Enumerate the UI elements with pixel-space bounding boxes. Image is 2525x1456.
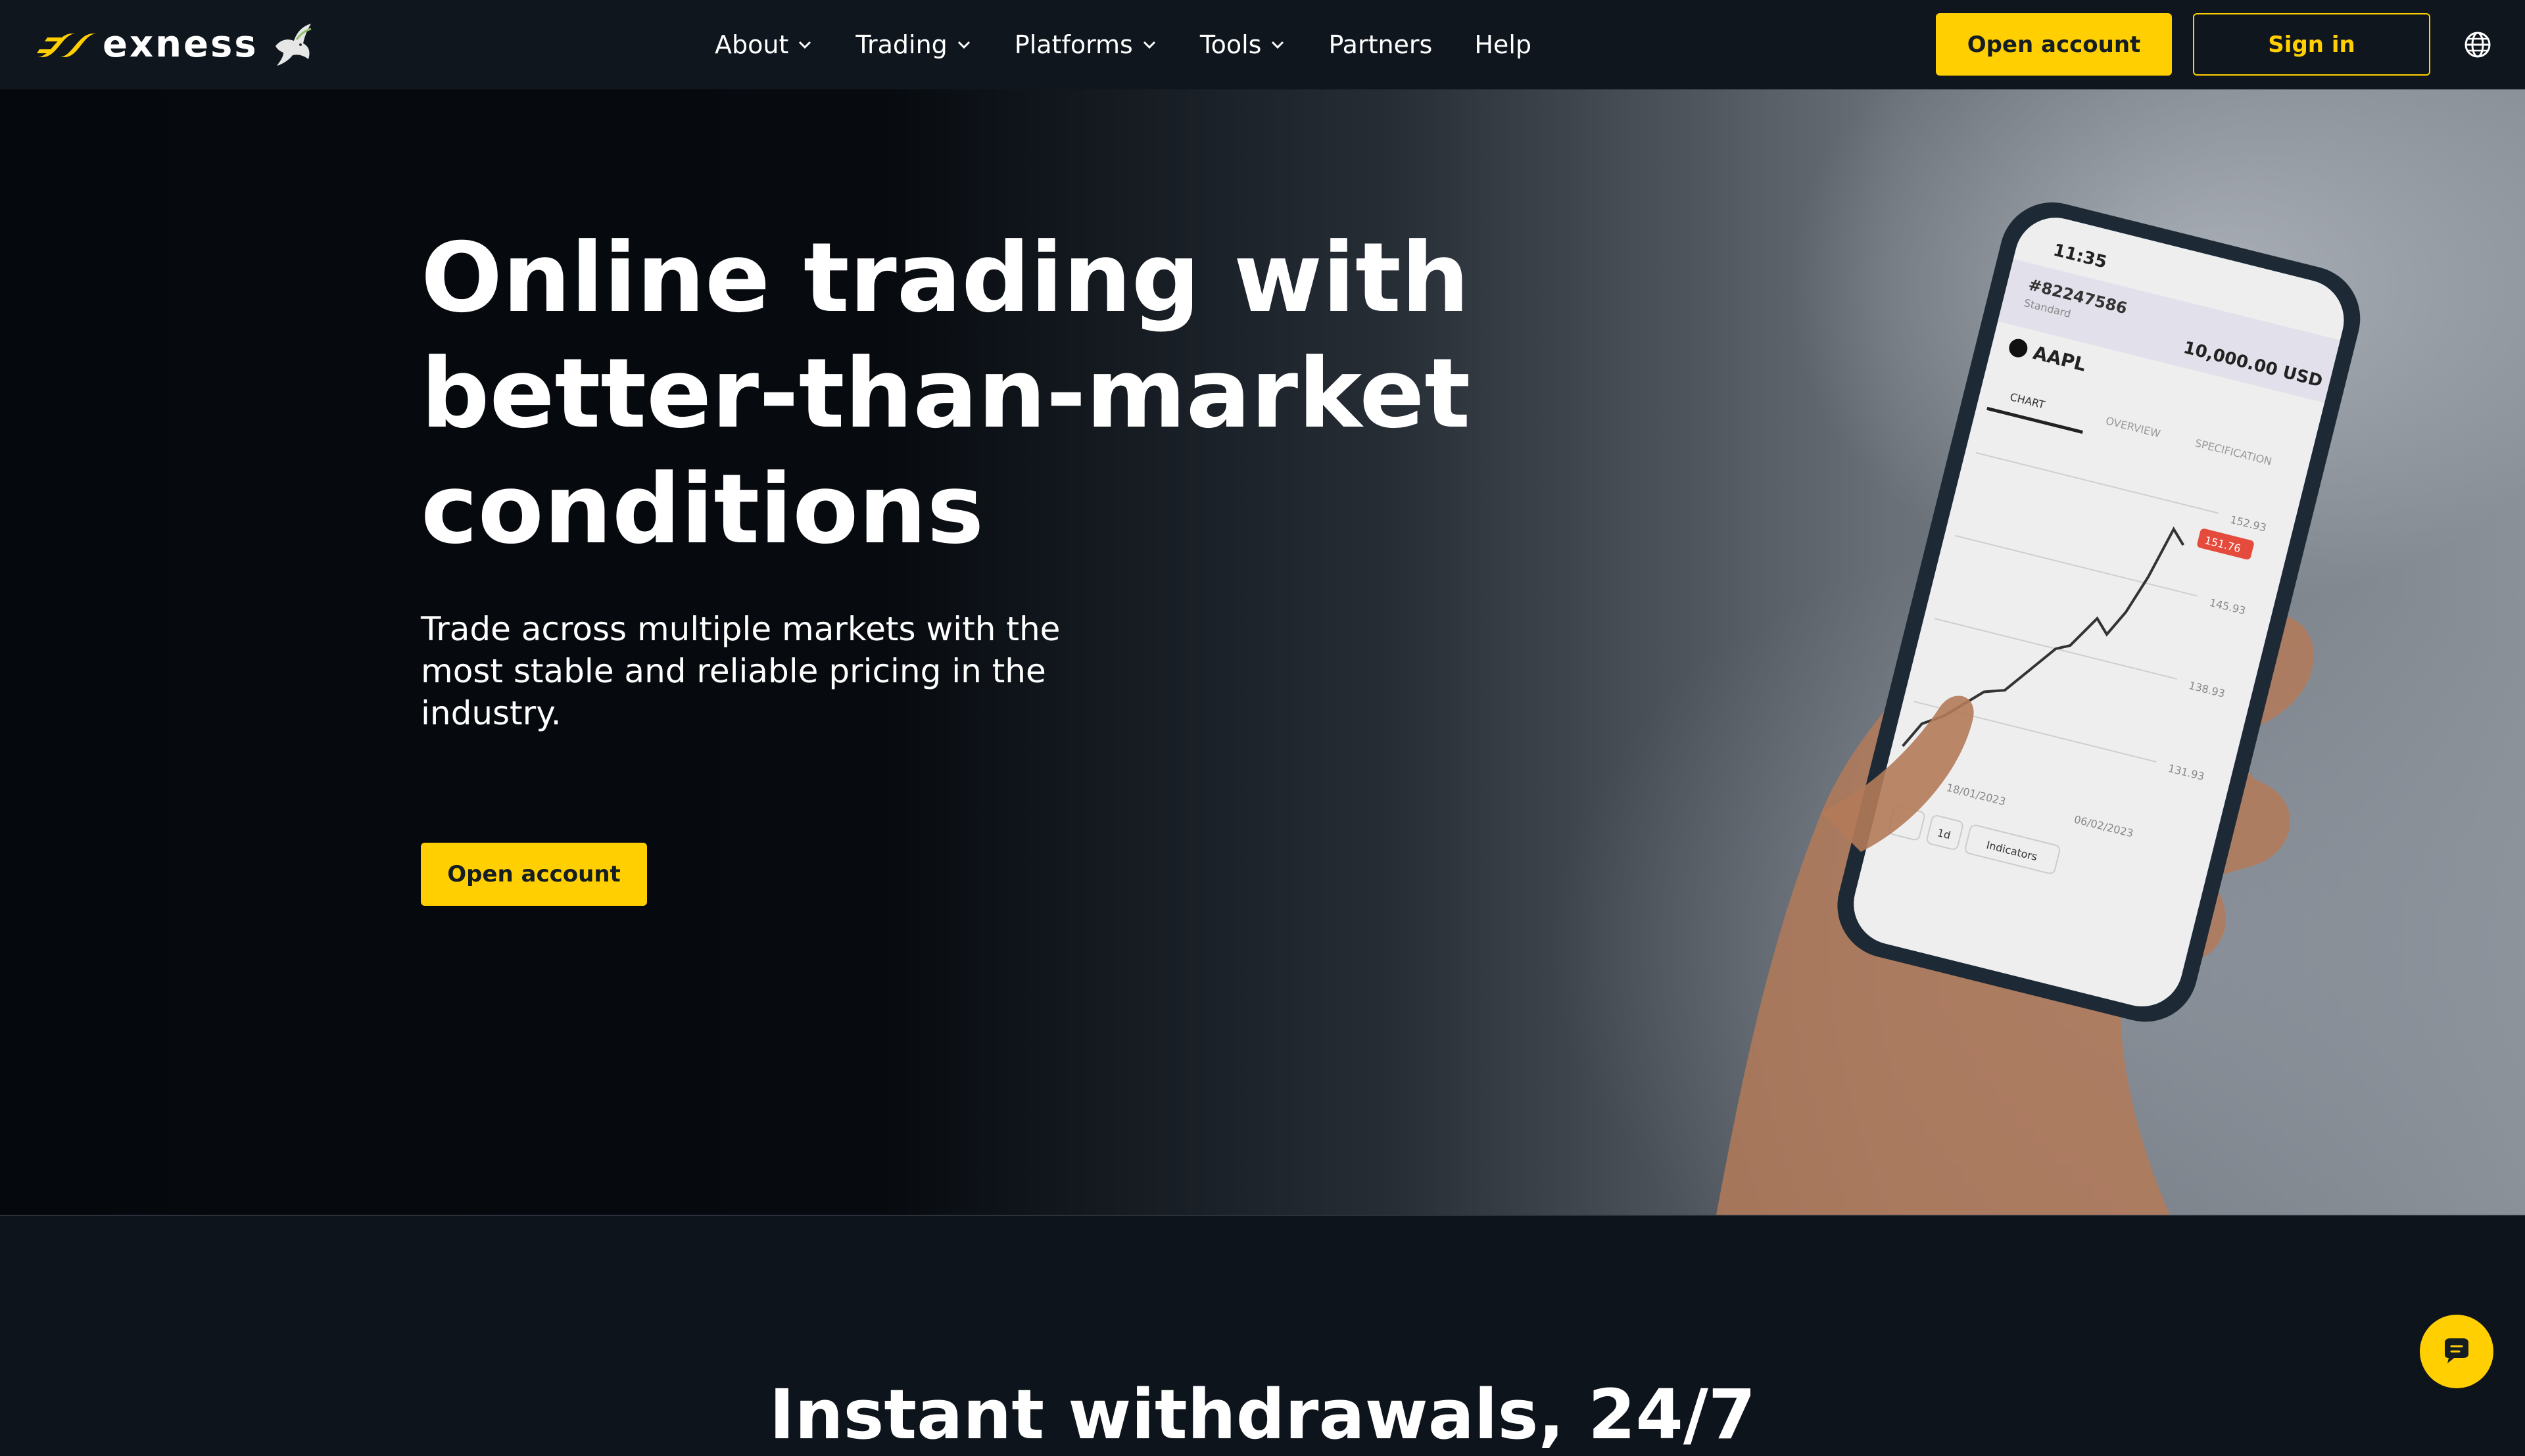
nav-trading[interactable]: Trading [855, 30, 972, 59]
hero-divider [0, 1215, 2525, 1216]
chevron-down-icon [1143, 41, 1155, 49]
nav-about[interactable]: About [715, 30, 813, 59]
chevron-down-icon [799, 41, 811, 49]
nav-about-label: About [715, 30, 789, 59]
chat-button[interactable] [2420, 1315, 2493, 1388]
chat-bubble-icon [2445, 1338, 2468, 1363]
nav-platforms-label: Platforms [1014, 30, 1133, 59]
chevron-down-icon [1272, 41, 1284, 49]
sign-in-button[interactable]: Sign in [2193, 13, 2430, 76]
site-header: exness About Trading Platforms Tools Par… [0, 0, 2525, 89]
withdrawals-heading: Instant withdrawals, 24/7 [769, 1374, 1756, 1455]
hero-open-account-button[interactable]: Open account [421, 843, 647, 906]
brand-name: exness [103, 23, 258, 66]
nav-help[interactable]: Help [1474, 30, 1531, 59]
hero-subtitle: Trade across multiple markets with the m… [421, 610, 1061, 732]
nav-help-label: Help [1474, 30, 1531, 59]
nav-partners-label: Partners [1328, 30, 1433, 59]
nav-tools-label: Tools [1199, 30, 1262, 59]
phone-in-hand-image: 11:35 #82247586 Standard 10,000.00 USD A… [1716, 202, 2361, 1215]
open-account-button[interactable]: Open account [1936, 13, 2172, 76]
dove-icon [275, 24, 312, 66]
exness-mark-icon [37, 34, 97, 57]
nav-tools[interactable]: Tools [1200, 30, 1287, 59]
hero-title: Online trading with better-than-market c… [421, 222, 1471, 565]
main-nav: About Trading Platforms Tools Partners H… [715, 0, 1574, 89]
globe-icon[interactable] [2462, 29, 2493, 60]
nav-partners[interactable]: Partners [1328, 30, 1432, 59]
nav-trading-label: Trading [855, 30, 948, 59]
exness-logo[interactable]: exness [33, 20, 318, 70]
chevron-down-icon [957, 41, 970, 49]
nav-platforms[interactable]: Platforms [1015, 30, 1158, 59]
